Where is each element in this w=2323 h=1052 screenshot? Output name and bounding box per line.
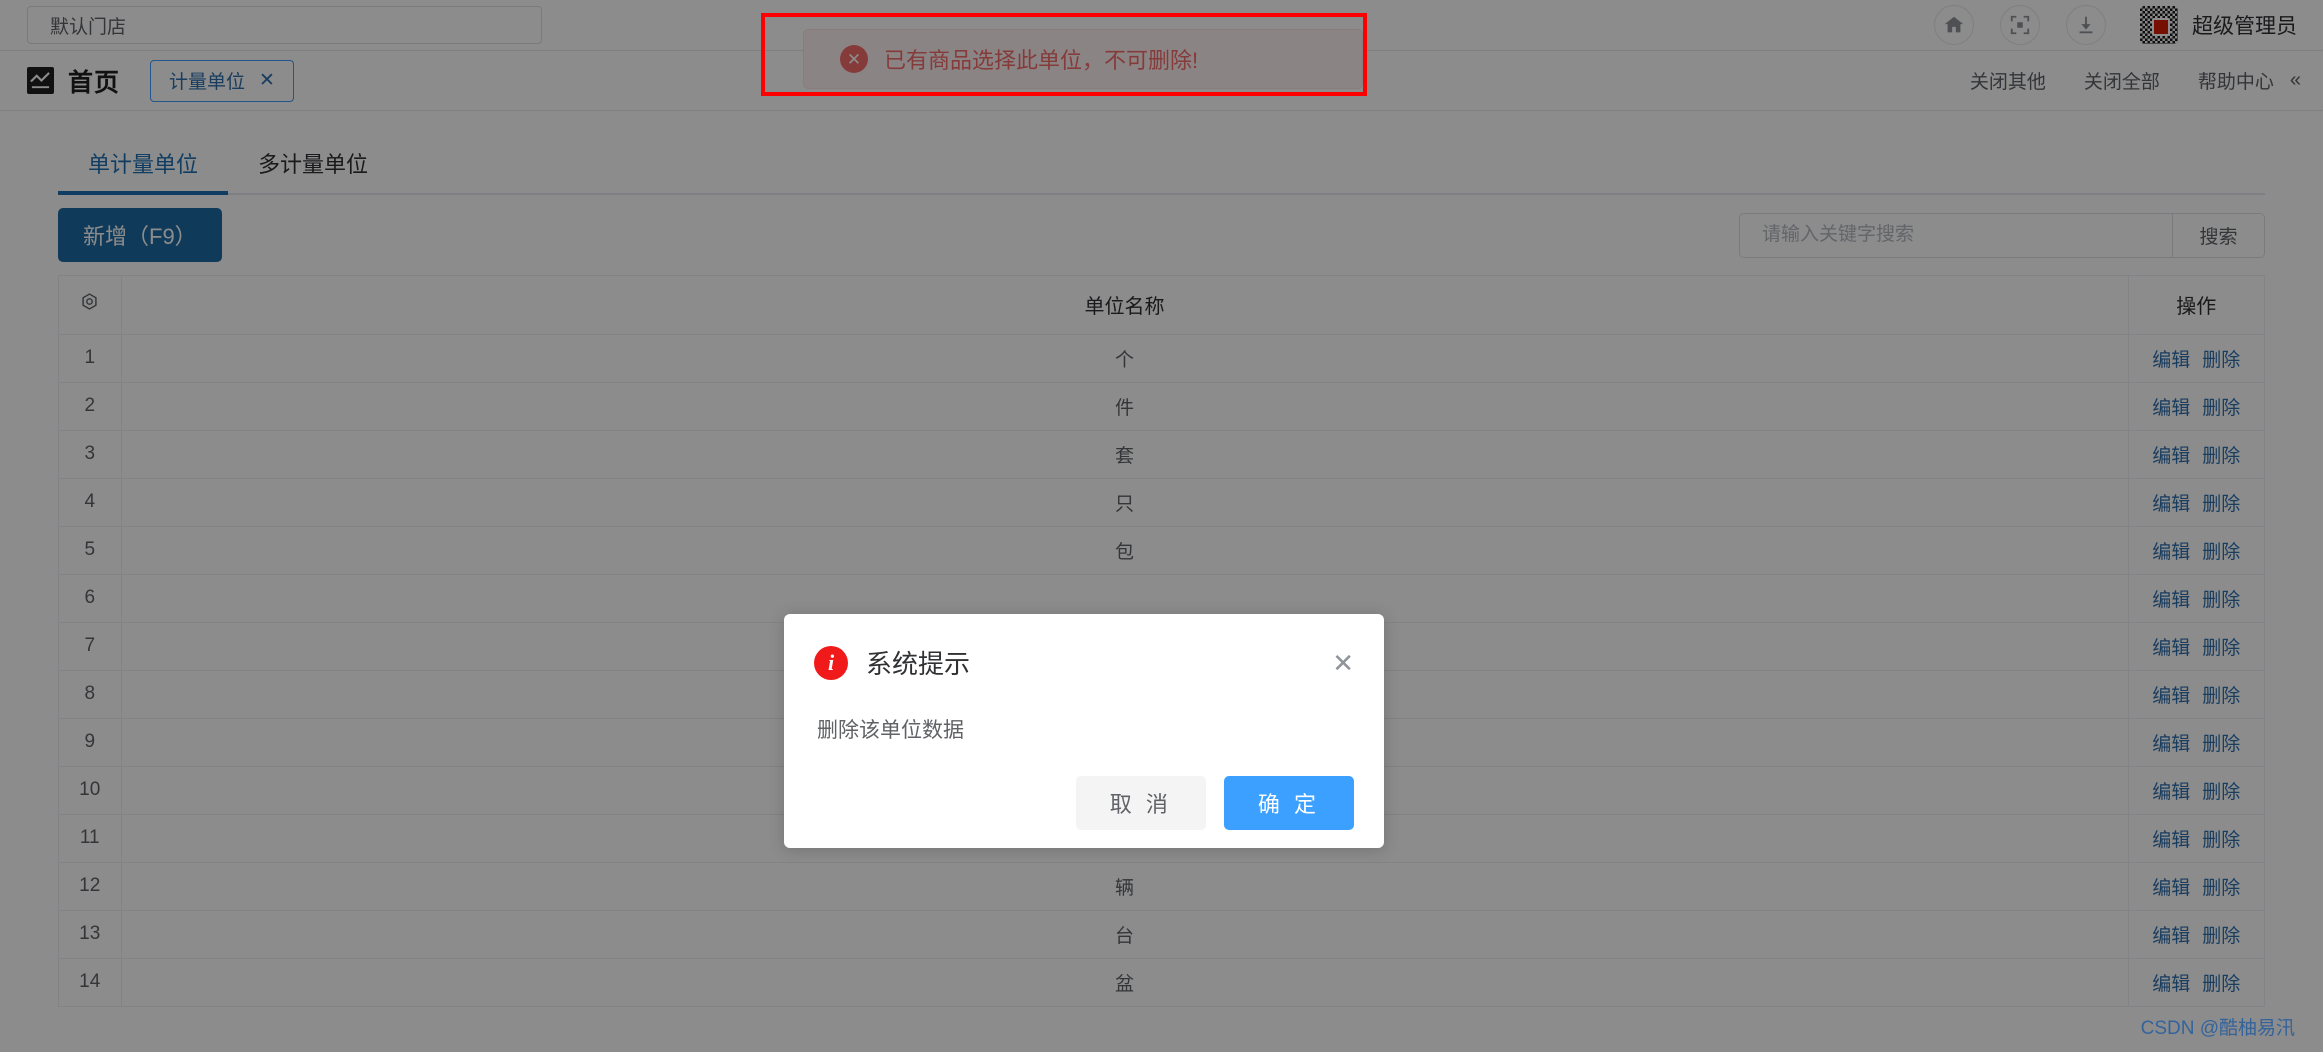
dialog-close-icon[interactable]: ✕ (1332, 650, 1354, 676)
dialog-header: i 系统提示 ✕ (814, 644, 1354, 681)
dialog-title: 系统提示 (866, 649, 971, 679)
dialog-footer: 取 消 确 定 (814, 776, 1354, 830)
confirm-button[interactable]: 确 定 (1223, 776, 1354, 830)
cancel-button[interactable]: 取 消 (1075, 776, 1206, 830)
app-root: 默认门店 超级管理员 首页 计量单位 ✕ 关闭其他 关闭全部 帮助中心 « 单计… (0, 0, 2323, 1052)
dialog-message: 删除该单位数据 (817, 719, 964, 742)
watermark: CSDN @酷柚易汛 (2140, 1018, 2295, 1039)
modal-backdrop[interactable] (0, 0, 2323, 1052)
system-prompt-dialog: i 系统提示 ✕ 删除该单位数据 取 消 确 定 (784, 614, 1384, 848)
info-circle-icon: i (814, 645, 848, 680)
